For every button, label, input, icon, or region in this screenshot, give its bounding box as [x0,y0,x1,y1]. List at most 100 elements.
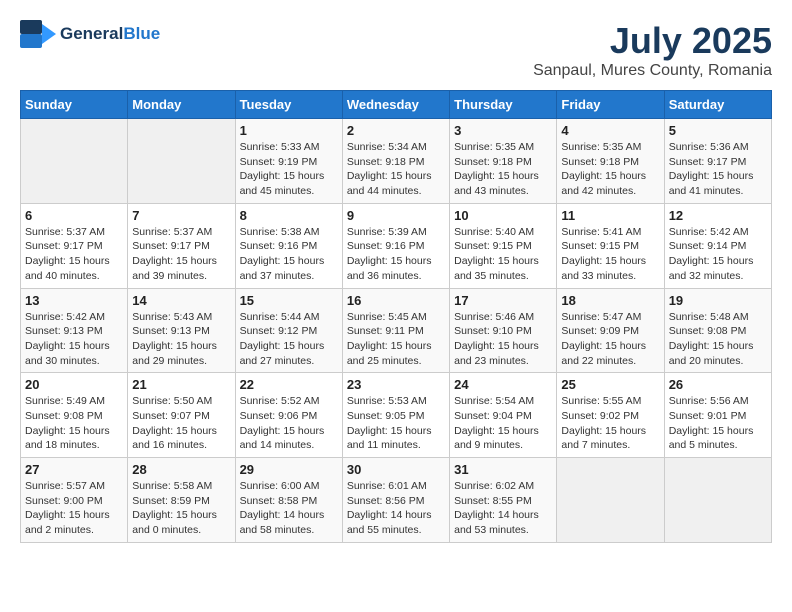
calendar-cell: 23 Sunrise: 5:53 AMSunset: 9:05 PMDayligh… [342,373,449,458]
calendar-cell: 4 Sunrise: 5:35 AMSunset: 9:18 PMDaylight… [557,119,664,204]
calendar-cell: 8 Sunrise: 5:38 AMSunset: 9:16 PMDaylight… [235,203,342,288]
calendar-cell: 11Sunrise: 5:41 AMSunset: 9:15 PMDayligh… [557,203,664,288]
calendar-title: July 2025 [533,20,772,62]
day-detail: Sunrise: 5:38 AMSunset: 9:16 PMDaylight:… [240,225,338,284]
day-detail: Sunrise: 5:57 AMSunset: 9:00 PMDaylight:… [25,479,123,538]
calendar-cell: 18Sunrise: 5:47 AMSunset: 9:09 PMDayligh… [557,288,664,373]
calendar-cell: 27 Sunrise: 5:57 AMSunset: 9:00 PMDayligh… [21,458,128,543]
logo-blue-text: Blue [123,24,160,43]
calendar-weekday-saturday: Saturday [664,91,771,119]
day-detail: Sunrise: 5:35 AMSunset: 9:18 PMDaylight:… [561,140,659,199]
day-detail: Sunrise: 5:54 AMSunset: 9:04 PMDaylight:… [454,394,552,453]
page-header: GeneralBlue July 2025 Sanpaul, Mures Cou… [20,20,772,80]
day-number: 9 [347,208,445,223]
calendar-body: 1 Sunrise: 5:33 AMSunset: 9:19 PMDaylight… [21,119,772,543]
calendar-cell: 21 Sunrise: 5:50 AMSunset: 9:07 PMDayligh… [128,373,235,458]
calendar-cell [128,119,235,204]
day-number: 10 [454,208,552,223]
calendar-cell: 20 Sunrise: 5:49 AMSunset: 9:08 PMDayligh… [21,373,128,458]
day-number: 17 [454,293,552,308]
calendar-cell: 22 Sunrise: 5:52 AMSunset: 9:06 PMDayligh… [235,373,342,458]
day-number: 23 [347,377,445,392]
day-number: 1 [240,123,338,138]
day-detail: Sunrise: 6:01 AMSunset: 8:56 PMDaylight:… [347,479,445,538]
day-detail: Sunrise: 5:44 AMSunset: 9:12 PMDaylight:… [240,310,338,369]
calendar-cell: 24 Sunrise: 5:54 AMSunset: 9:04 PMDayligh… [450,373,557,458]
day-detail: Sunrise: 5:55 AMSunset: 9:02 PMDaylight:… [561,394,659,453]
calendar-week-row: 1 Sunrise: 5:33 AMSunset: 9:19 PMDaylight… [21,119,772,204]
calendar-cell: 28Sunrise: 5:58 AMSunset: 8:59 PMDayligh… [128,458,235,543]
day-detail: Sunrise: 5:49 AMSunset: 9:08 PMDaylight:… [25,394,123,453]
day-number: 29 [240,462,338,477]
calendar-cell: 2 Sunrise: 5:34 AMSunset: 9:18 PMDaylight… [342,119,449,204]
calendar-cell: 29 Sunrise: 6:00 AMSunset: 8:58 PMDayligh… [235,458,342,543]
day-number: 16 [347,293,445,308]
day-detail: Sunrise: 5:58 AMSunset: 8:59 PMDaylight:… [132,479,230,538]
day-number: 19 [669,293,767,308]
day-number: 11 [561,208,659,223]
logo-general-text: General [60,24,123,43]
day-detail: Sunrise: 5:37 AMSunset: 9:17 PMDaylight:… [25,225,123,284]
day-number: 25 [561,377,659,392]
day-number: 24 [454,377,552,392]
day-number: 8 [240,208,338,223]
day-detail: Sunrise: 5:35 AMSunset: 9:18 PMDaylight:… [454,140,552,199]
calendar-cell: 19Sunrise: 5:48 AMSunset: 9:08 PMDayligh… [664,288,771,373]
day-number: 26 [669,377,767,392]
day-number: 31 [454,462,552,477]
calendar-cell [21,119,128,204]
calendar-cell: 30 Sunrise: 6:01 AMSunset: 8:56 PMDayligh… [342,458,449,543]
calendar-table: SundayMondayTuesdayWednesdayThursdayFrid… [20,90,772,543]
calendar-weekday-sunday: Sunday [21,91,128,119]
day-number: 4 [561,123,659,138]
day-detail: Sunrise: 5:33 AMSunset: 9:19 PMDaylight:… [240,140,338,199]
day-detail: Sunrise: 5:56 AMSunset: 9:01 PMDaylight:… [669,394,767,453]
day-detail: Sunrise: 5:36 AMSunset: 9:17 PMDaylight:… [669,140,767,199]
day-detail: Sunrise: 5:45 AMSunset: 9:11 PMDaylight:… [347,310,445,369]
calendar-cell: 15Sunrise: 5:44 AMSunset: 9:12 PMDayligh… [235,288,342,373]
day-number: 20 [25,377,123,392]
day-number: 27 [25,462,123,477]
day-number: 21 [132,377,230,392]
day-detail: Sunrise: 5:53 AMSunset: 9:05 PMDaylight:… [347,394,445,453]
calendar-cell: 25 Sunrise: 5:55 AMSunset: 9:02 PMDayligh… [557,373,664,458]
day-number: 22 [240,377,338,392]
day-number: 30 [347,462,445,477]
calendar-weekday-monday: Monday [128,91,235,119]
day-detail: Sunrise: 5:52 AMSunset: 9:06 PMDaylight:… [240,394,338,453]
calendar-week-row: 27 Sunrise: 5:57 AMSunset: 9:00 PMDayligh… [21,458,772,543]
calendar-cell: 13Sunrise: 5:42 AMSunset: 9:13 PMDayligh… [21,288,128,373]
day-detail: Sunrise: 6:00 AMSunset: 8:58 PMDaylight:… [240,479,338,538]
day-detail: Sunrise: 5:39 AMSunset: 9:16 PMDaylight:… [347,225,445,284]
day-detail: Sunrise: 5:37 AMSunset: 9:17 PMDaylight:… [132,225,230,284]
calendar-weekday-friday: Friday [557,91,664,119]
day-detail: Sunrise: 5:40 AMSunset: 9:15 PMDaylight:… [454,225,552,284]
calendar-weekday-wednesday: Wednesday [342,91,449,119]
title-section: July 2025 Sanpaul, Mures County, Romania [533,20,772,80]
calendar-cell: 9 Sunrise: 5:39 AMSunset: 9:16 PMDaylight… [342,203,449,288]
day-number: 3 [454,123,552,138]
calendar-cell: 7 Sunrise: 5:37 AMSunset: 9:17 PMDaylight… [128,203,235,288]
calendar-cell: 12 Sunrise: 5:42 AMSunset: 9:14 PMDayligh… [664,203,771,288]
calendar-cell: 5Sunrise: 5:36 AMSunset: 9:17 PMDaylight… [664,119,771,204]
day-number: 12 [669,208,767,223]
calendar-cell: 6Sunrise: 5:37 AMSunset: 9:17 PMDaylight… [21,203,128,288]
day-detail: Sunrise: 5:34 AMSunset: 9:18 PMDaylight:… [347,140,445,199]
day-number: 2 [347,123,445,138]
logo: GeneralBlue [20,20,160,48]
day-number: 7 [132,208,230,223]
day-number: 18 [561,293,659,308]
calendar-weekday-tuesday: Tuesday [235,91,342,119]
day-detail: Sunrise: 6:02 AMSunset: 8:55 PMDaylight:… [454,479,552,538]
calendar-header-row: SundayMondayTuesdayWednesdayThursdayFrid… [21,91,772,119]
day-detail: Sunrise: 5:42 AMSunset: 9:14 PMDaylight:… [669,225,767,284]
day-detail: Sunrise: 5:43 AMSunset: 9:13 PMDaylight:… [132,310,230,369]
day-number: 13 [25,293,123,308]
day-detail: Sunrise: 5:50 AMSunset: 9:07 PMDaylight:… [132,394,230,453]
calendar-cell [557,458,664,543]
calendar-cell: 3 Sunrise: 5:35 AMSunset: 9:18 PMDaylight… [450,119,557,204]
calendar-cell: 1 Sunrise: 5:33 AMSunset: 9:19 PMDaylight… [235,119,342,204]
calendar-cell: 14Sunrise: 5:43 AMSunset: 9:13 PMDayligh… [128,288,235,373]
calendar-week-row: 20 Sunrise: 5:49 AMSunset: 9:08 PMDayligh… [21,373,772,458]
logo-icon [20,20,56,48]
